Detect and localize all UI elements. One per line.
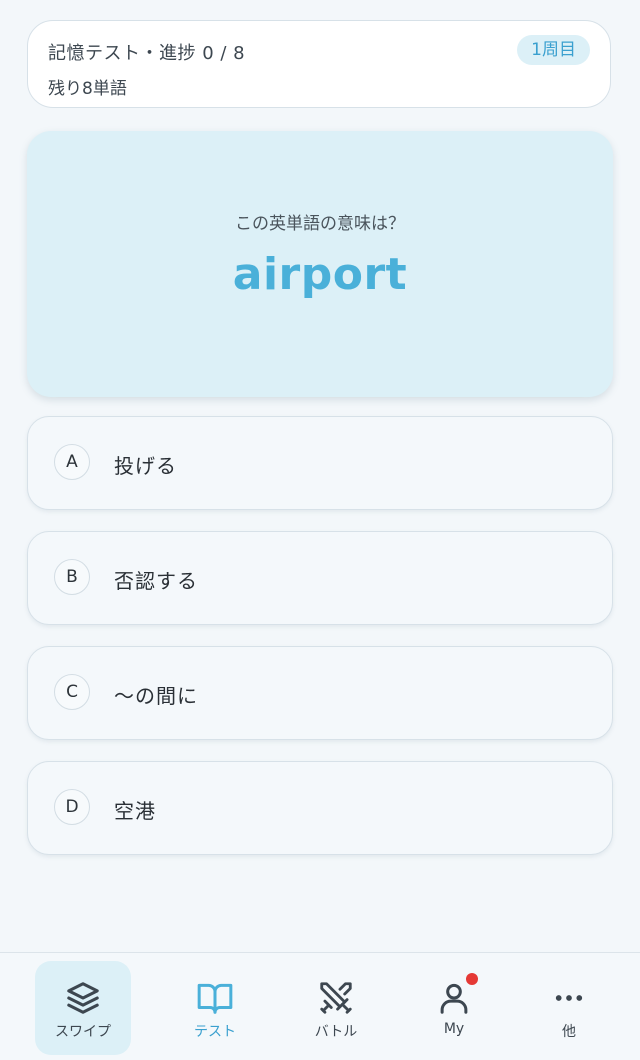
choice-text: 投げる [114,454,177,478]
layers-icon [67,982,99,1014]
nav-label: テスト [194,1024,236,1040]
nav-label: My [443,1021,465,1037]
progress-title: 記憶テスト・進捗 0 / 8 [48,43,246,64]
nav-label: スワイプ [55,1024,111,1040]
choice-text: 〜の間に [114,684,198,708]
nav-label: バトル [314,1024,358,1040]
book-icon [197,983,233,1014]
choice-d-button[interactable]: D 空港 [27,761,613,855]
nav-item-other[interactable]: 他 [521,961,617,1055]
progress-card: 記憶テスト・進捗 0 / 8 残り8単語 1周目 [27,20,611,108]
nav-item-test[interactable]: テスト [167,961,263,1055]
choice-b-button[interactable]: B 否認する [27,531,613,625]
choice-letter: B [54,559,90,595]
question-card: この英単語の意味は？ airport [27,131,613,397]
crossed-swords-icon [320,982,352,1014]
choice-c-button[interactable]: C 〜の間に [27,646,613,740]
nav-item-my[interactable]: My [406,961,502,1055]
bottom-navigation: スワイプ テスト バトル My 他 [0,952,640,1060]
choice-letter: C [54,674,90,710]
choice-letter: A [54,444,90,480]
remaining-words: 残り8単語 [48,79,127,99]
question-word: airport [232,249,408,300]
user-icon [440,983,468,1014]
choice-text: 否認する [114,569,198,593]
choice-text: 空港 [114,799,156,823]
nav-label: 他 [562,1024,576,1040]
more-dots-icon [555,995,583,1001]
choice-a-button[interactable]: A 投げる [27,416,613,510]
round-badge: 1周目 [517,35,590,65]
nav-item-battle[interactable]: バトル [288,961,384,1055]
notification-dot [466,973,478,985]
question-prompt: この英単語の意味は？ [235,214,405,234]
choice-letter: D [54,789,90,825]
nav-item-swipe[interactable]: スワイプ [35,961,131,1055]
memory-test-screen: 記憶テスト・進捗 0 / 8 残り8単語 1周目 この英単語の意味は？ airp… [0,0,640,1060]
